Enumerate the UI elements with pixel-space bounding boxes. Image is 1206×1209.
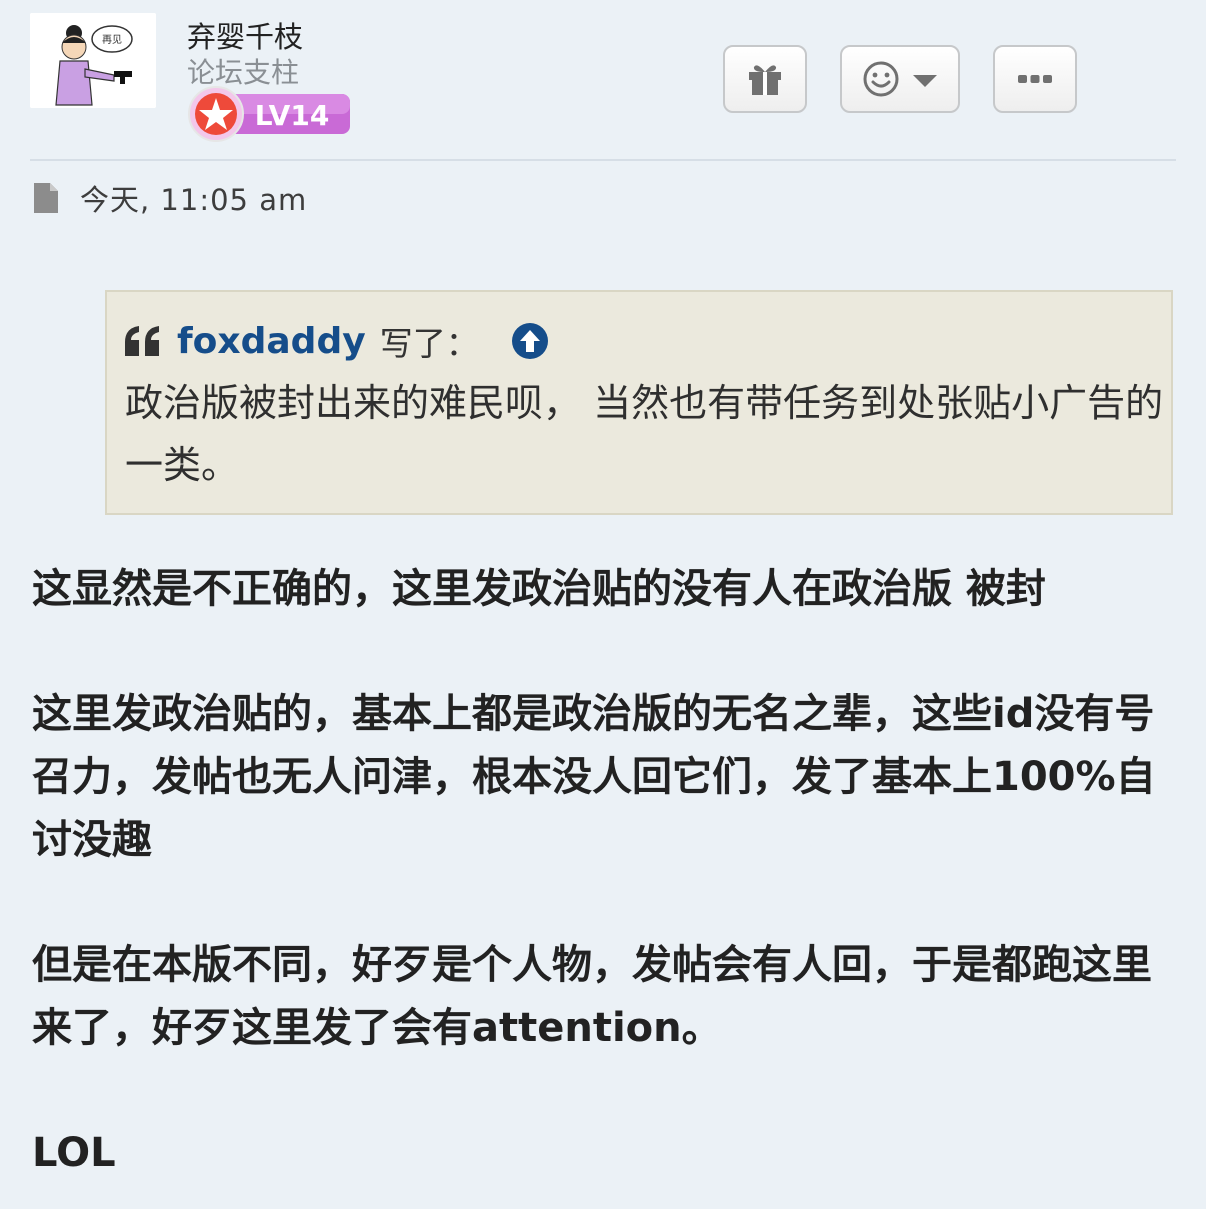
gift-icon bbox=[749, 65, 781, 95]
username[interactable]: 弃婴千枝 bbox=[187, 14, 303, 56]
file-icon bbox=[34, 183, 58, 213]
post-body: 这显然是不正确的，这里发政治贴的没有人在政治版 被封 这里发政治贴的，基本上都是… bbox=[32, 558, 1182, 1185]
jump-to-post-icon[interactable] bbox=[511, 322, 549, 360]
post-paragraph: LOL bbox=[32, 1130, 116, 1176]
quote-wrote-label: 写了： bbox=[379, 324, 479, 363]
post-paragraph: 这显然是不正确的，这里发政治贴的没有人在政治版 被封 bbox=[32, 566, 1046, 612]
ellipsis-icon bbox=[1018, 75, 1052, 83]
post-meta: 今天, 11:05 am bbox=[32, 178, 307, 218]
quote-icon bbox=[125, 326, 159, 356]
avatar[interactable]: 再见 bbox=[30, 13, 156, 108]
reaction-button[interactable] bbox=[840, 45, 960, 113]
quote-text: 政治版被封出来的难民呗， 当然也有带任务到处张贴小广告的一类。 bbox=[125, 381, 1164, 487]
quote-author-link[interactable]: foxdaddy bbox=[177, 321, 366, 362]
gift-button[interactable] bbox=[723, 45, 807, 113]
level-badge: LV14 bbox=[186, 86, 352, 142]
caret-down-icon bbox=[913, 75, 937, 87]
user-rank: 论坛支柱 bbox=[187, 56, 300, 89]
post-timestamp[interactable]: 今天, 11:05 am bbox=[80, 177, 307, 219]
level-text: LV14 bbox=[255, 99, 330, 132]
avatar-bubble-text: 再见 bbox=[102, 34, 122, 46]
quote-header: foxdaddy 写了： bbox=[123, 318, 549, 364]
post-paragraph: 但是在本版不同，好歹是个人物，发帖会有人回，于是都跑这里来了，好歹这里发了会有a… bbox=[32, 942, 1152, 1051]
post-paragraph: 这里发政治贴的，基本上都是政治版的无名之辈，这些id没有号召力，发帖也无人问津，… bbox=[32, 691, 1156, 863]
more-options-button[interactable] bbox=[993, 45, 1077, 113]
header-divider bbox=[30, 159, 1176, 161]
avatar-image: 再见 bbox=[30, 13, 156, 108]
quote-block: foxdaddy 写了： 政治版被封出来的难民呗， 当然也有带任务到处张贴小广告… bbox=[105, 290, 1173, 515]
smiley-icon bbox=[863, 61, 899, 97]
post-container: 再见 弃婴千枝 论坛支柱 LV14 今天, 11:05 am foxdaddy … bbox=[0, 0, 1206, 1209]
